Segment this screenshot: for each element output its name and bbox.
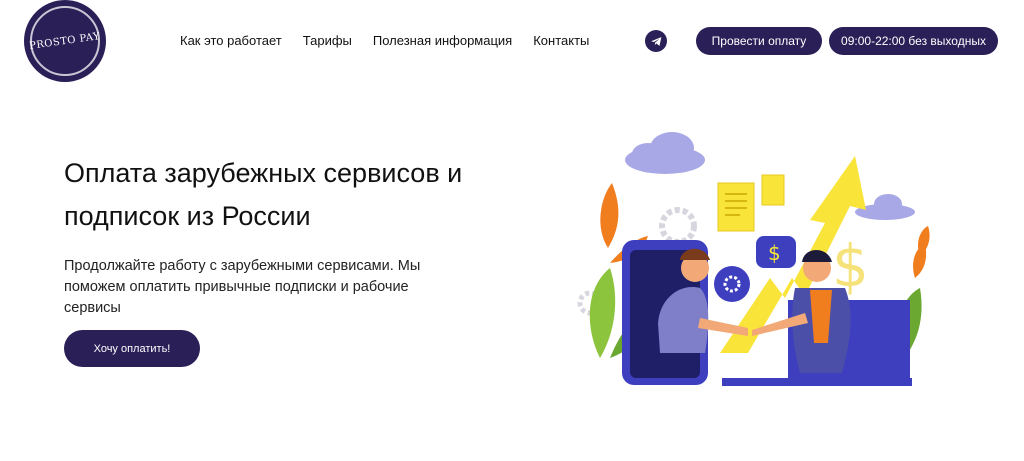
- telegram-icon[interactable]: [645, 30, 667, 52]
- document-icon: [761, 174, 785, 206]
- handshake-illustration: $ $: [577, 132, 930, 386]
- nav-item-useful-info[interactable]: Полезная информация: [373, 33, 512, 48]
- cloud-icon: [625, 132, 705, 174]
- document-icon: [717, 182, 755, 232]
- main-nav: Как это работает Тарифы Полезная информа…: [180, 33, 589, 48]
- laptop-base: [722, 378, 912, 386]
- nav-item-how-it-works[interactable]: Как это работает: [180, 33, 282, 48]
- settings-bubble-icon: [714, 266, 750, 302]
- pay-button[interactable]: Провести оплату: [696, 27, 822, 55]
- cta-button[interactable]: Хочу оплатить!: [64, 330, 200, 367]
- gear-icon: [659, 207, 697, 245]
- hero-title: Оплата зарубежных сервисов и подписок из…: [64, 158, 463, 231]
- telegram-plane-glyph: [650, 36, 661, 46]
- nav-item-tariffs[interactable]: Тарифы: [303, 33, 352, 48]
- hero-subtitle: Продолжайте работу с зарубежными сервиса…: [64, 258, 421, 316]
- working-hours-button[interactable]: 09:00-22:00 без выходных: [829, 27, 998, 55]
- nav-item-contacts[interactable]: Контакты: [533, 33, 589, 48]
- svg-text:$: $: [768, 241, 781, 265]
- logo[interactable]: PROSTO PAY: [24, 0, 106, 82]
- dollar-bubble-icon: $: [756, 236, 796, 268]
